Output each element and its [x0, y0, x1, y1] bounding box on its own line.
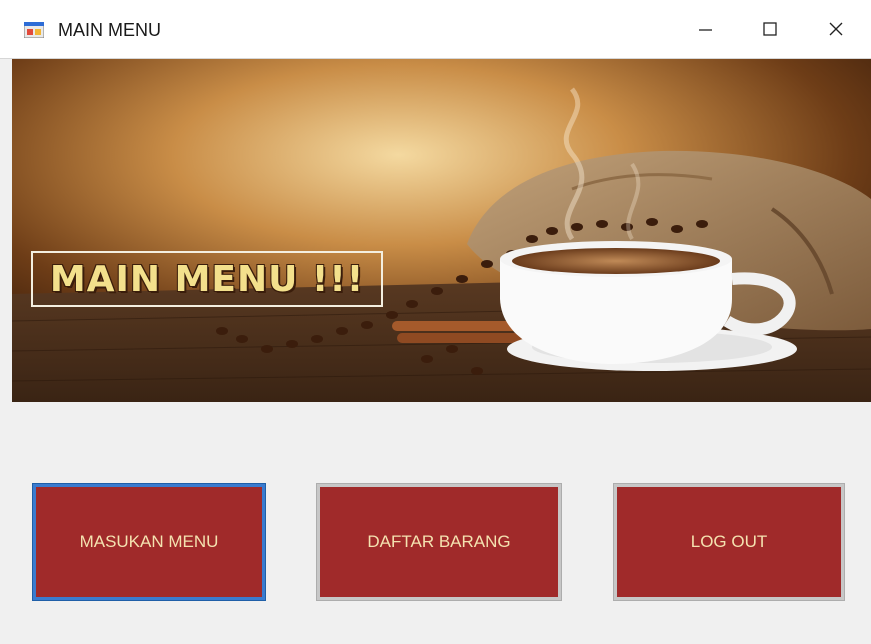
- minimize-icon: [699, 29, 712, 31]
- app-icon: [24, 22, 44, 38]
- daftar-barang-button[interactable]: DAFTAR BARANG: [316, 483, 562, 601]
- maximize-icon: [763, 22, 777, 36]
- maximize-button[interactable]: [735, 0, 805, 58]
- minimize-button[interactable]: [670, 0, 740, 58]
- close-button[interactable]: [801, 0, 871, 58]
- log-out-button[interactable]: LOG OUT: [613, 483, 845, 601]
- title-bar: MAIN MENU: [0, 0, 871, 59]
- banner-heading: MAIN MENU !!!: [49, 258, 365, 300]
- close-icon: [829, 22, 843, 36]
- coffee-banner-illustration: [12, 59, 871, 402]
- banner-heading-box: MAIN MENU !!!: [31, 251, 383, 307]
- window-title: MAIN MENU: [58, 20, 161, 40]
- banner-image: MAIN MENU !!!: [12, 59, 871, 402]
- masukan-menu-button[interactable]: MASUKAN MENU: [32, 483, 266, 601]
